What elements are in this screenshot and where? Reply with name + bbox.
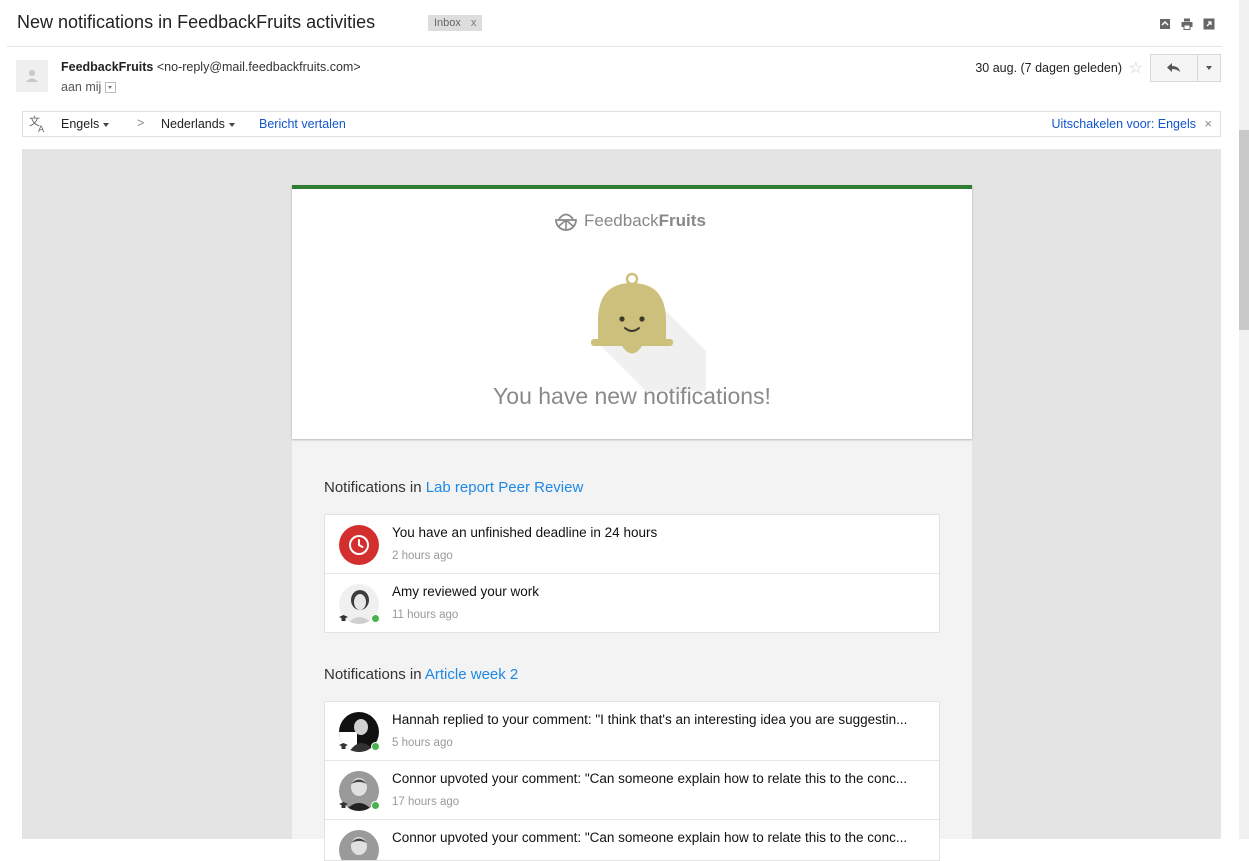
notification-text: Connor upvoted your comment: "Can someon… [392, 771, 908, 786]
section-title-lab-report: Notifications in Lab report Peer Review [324, 479, 583, 496]
section-prefix: Notifications in [324, 666, 422, 683]
notification-text: Connor upvoted your comment: "Can someon… [392, 830, 908, 845]
recipient: aan mij [61, 80, 117, 94]
notification-time: 2 hours ago [392, 550, 453, 562]
top-actions [1159, 17, 1215, 30]
subject-bar: New notifications in FeedbackFruits acti… [0, 0, 1249, 46]
email-date: 30 aug. (7 dagen geleden) [975, 61, 1122, 75]
notification-list-lab-report: You have an unfinished deadline in 24 ho… [324, 514, 940, 633]
notification-list-article: Hannah replied to your comment: "I think… [324, 701, 940, 861]
svg-text:A: A [38, 125, 45, 134]
reply-icon [1167, 63, 1180, 72]
translate-icon: 文 A [29, 114, 45, 134]
notification-item-deadline[interactable]: You have an unfinished deadline in 24 ho… [325, 515, 939, 574]
sender-avatar [16, 60, 48, 92]
target-language: Nederlands [161, 117, 225, 131]
card-header: FeedbackFruits You have new notification… [292, 185, 972, 439]
notification-time: 5 hours ago [392, 737, 453, 749]
scrollbar-thumb[interactable] [1239, 130, 1249, 330]
notification-item-hannah[interactable]: Hannah replied to your comment: "I think… [325, 702, 939, 761]
notification-text: You have an unfinished deadline in 24 ho… [392, 525, 658, 540]
translate-message-link[interactable]: Bericht vertalen [259, 117, 346, 131]
notification-time: 11 hours ago [392, 609, 459, 621]
notification-item-connor[interactable]: Connor upvoted your comment: "Can someon… [325, 761, 939, 820]
avatar [339, 830, 379, 860]
graduation-cap-icon [339, 743, 348, 749]
sender-email: <no-reply@mail.feedbackfruits.com> [156, 60, 361, 74]
chevron-down-icon [228, 122, 235, 127]
online-status-dot [371, 614, 380, 623]
arrow-icon: > [137, 116, 145, 130]
graduation-cap-icon [339, 802, 348, 808]
print-icon[interactable] [1181, 17, 1193, 30]
sender-name: FeedbackFruits [61, 60, 154, 74]
disable-translation-link[interactable]: Uitschakelen voor: Engels [1051, 117, 1196, 131]
notification-time: 17 hours ago [392, 796, 460, 808]
chevron-down-icon [1206, 66, 1212, 70]
section-prefix: Notifications in [324, 479, 422, 496]
notification-text: Amy reviewed your work [392, 584, 540, 599]
more-options-button[interactable] [1197, 54, 1221, 82]
new-window-icon[interactable] [1203, 17, 1215, 30]
close-icon[interactable]: × [1204, 116, 1212, 131]
clock-icon [339, 525, 379, 565]
notification-text: Hannah replied to your comment: "I think… [392, 712, 908, 727]
notification-item-amy[interactable]: Amy reviewed your work 11 hours ago [325, 574, 939, 632]
star-icon[interactable]: ☆ [1129, 58, 1143, 78]
inbox-label[interactable]: Inbox x [428, 15, 483, 31]
recipient-text: aan mij [61, 80, 102, 94]
source-language-select[interactable]: Engels [61, 117, 110, 131]
activity-link-article[interactable]: Article week 2 [425, 666, 518, 683]
logo-text-light: Feedback [584, 211, 659, 230]
notification-card: FeedbackFruits You have new notification… [292, 185, 972, 861]
person-icon [26, 70, 38, 82]
sender[interactable]: FeedbackFruits <no-reply@mail.feedbackfr… [61, 60, 361, 74]
feedbackfruits-logo[interactable]: FeedbackFruits [554, 211, 706, 231]
headline: You have new notifications! [493, 383, 771, 409]
translate-bar: 文 A Engels > Nederlands Bericht vertalen… [22, 111, 1221, 137]
header-divider [7, 46, 1222, 47]
notification-item-connor-2[interactable]: Connor upvoted your comment: "Can someon… [325, 820, 939, 860]
show-details-icon[interactable] [105, 82, 117, 94]
reply-button[interactable] [1150, 54, 1198, 82]
chevron-down-icon [103, 122, 110, 127]
inbox-label-text: Inbox [434, 17, 461, 29]
target-language-select[interactable]: Nederlands [161, 117, 235, 131]
remove-label-button[interactable]: x [471, 17, 477, 29]
email-subject: New notifications in FeedbackFruits acti… [17, 12, 376, 32]
section-title-article: Notifications in Article week 2 [324, 666, 518, 683]
online-status-dot [371, 801, 380, 810]
expand-all-icon[interactable] [1159, 17, 1171, 29]
source-language: Engels [61, 117, 100, 131]
logo-text: FeedbackFruits [584, 211, 706, 231]
online-status-dot [371, 742, 380, 751]
graduation-cap-icon [339, 615, 348, 621]
activity-link-lab-report[interactable]: Lab report Peer Review [426, 479, 584, 496]
logo-text-bold: Fruits [658, 211, 706, 230]
bell-icon [591, 272, 706, 391]
fruit-logo-icon [555, 213, 577, 231]
scrollbar-track[interactable] [1239, 0, 1249, 839]
